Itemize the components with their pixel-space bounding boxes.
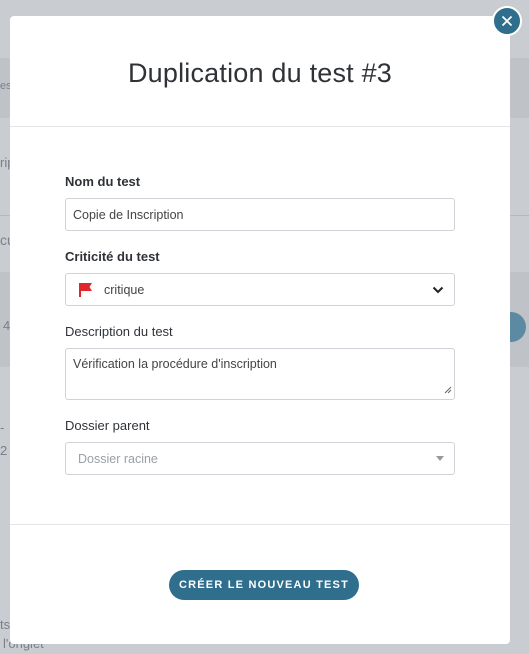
- parent-folder-placeholder: Dossier racine: [78, 451, 158, 466]
- bg-text: 2: [0, 443, 8, 458]
- test-name-value: Copie de Inscription: [73, 207, 184, 222]
- caret-down-icon: [436, 456, 444, 461]
- modal-title: Duplication du test #3: [127, 58, 393, 88]
- bg-text: -: [0, 420, 5, 435]
- close-icon: [501, 15, 513, 27]
- criticality-value: critique: [104, 282, 145, 297]
- modal-header: Duplication du test #3: [10, 16, 510, 127]
- bg-text: ts: [0, 617, 11, 632]
- resize-handle-icon[interactable]: [444, 383, 452, 397]
- criticality-label: Criticité du test: [65, 249, 160, 264]
- test-name-label: Nom du test: [65, 174, 141, 189]
- parent-folder-select[interactable]: Dossier racine: [65, 442, 455, 475]
- description-label: Description du test: [65, 324, 173, 339]
- test-name-input[interactable]: Copie de Inscription: [65, 198, 455, 231]
- flag-icon: [78, 282, 94, 298]
- criticality-select[interactable]: critique: [65, 273, 455, 306]
- footer-divider: [10, 524, 510, 525]
- create-test-button[interactable]: CRÉER LE NOUVEAU TEST: [169, 570, 359, 600]
- description-textarea[interactable]: Vérification la procédure d'inscription: [65, 348, 455, 400]
- close-button[interactable]: [492, 6, 522, 36]
- chevron-down-icon: [432, 286, 444, 294]
- parent-folder-label: Dossier parent: [65, 418, 150, 433]
- description-value: Vérification la procédure d'inscription: [73, 357, 277, 371]
- duplicate-form: Nom du test Copie de Inscription Critici…: [65, 174, 455, 475]
- duplicate-test-modal: Duplication du test #3 Nom du test Copie…: [10, 16, 510, 644]
